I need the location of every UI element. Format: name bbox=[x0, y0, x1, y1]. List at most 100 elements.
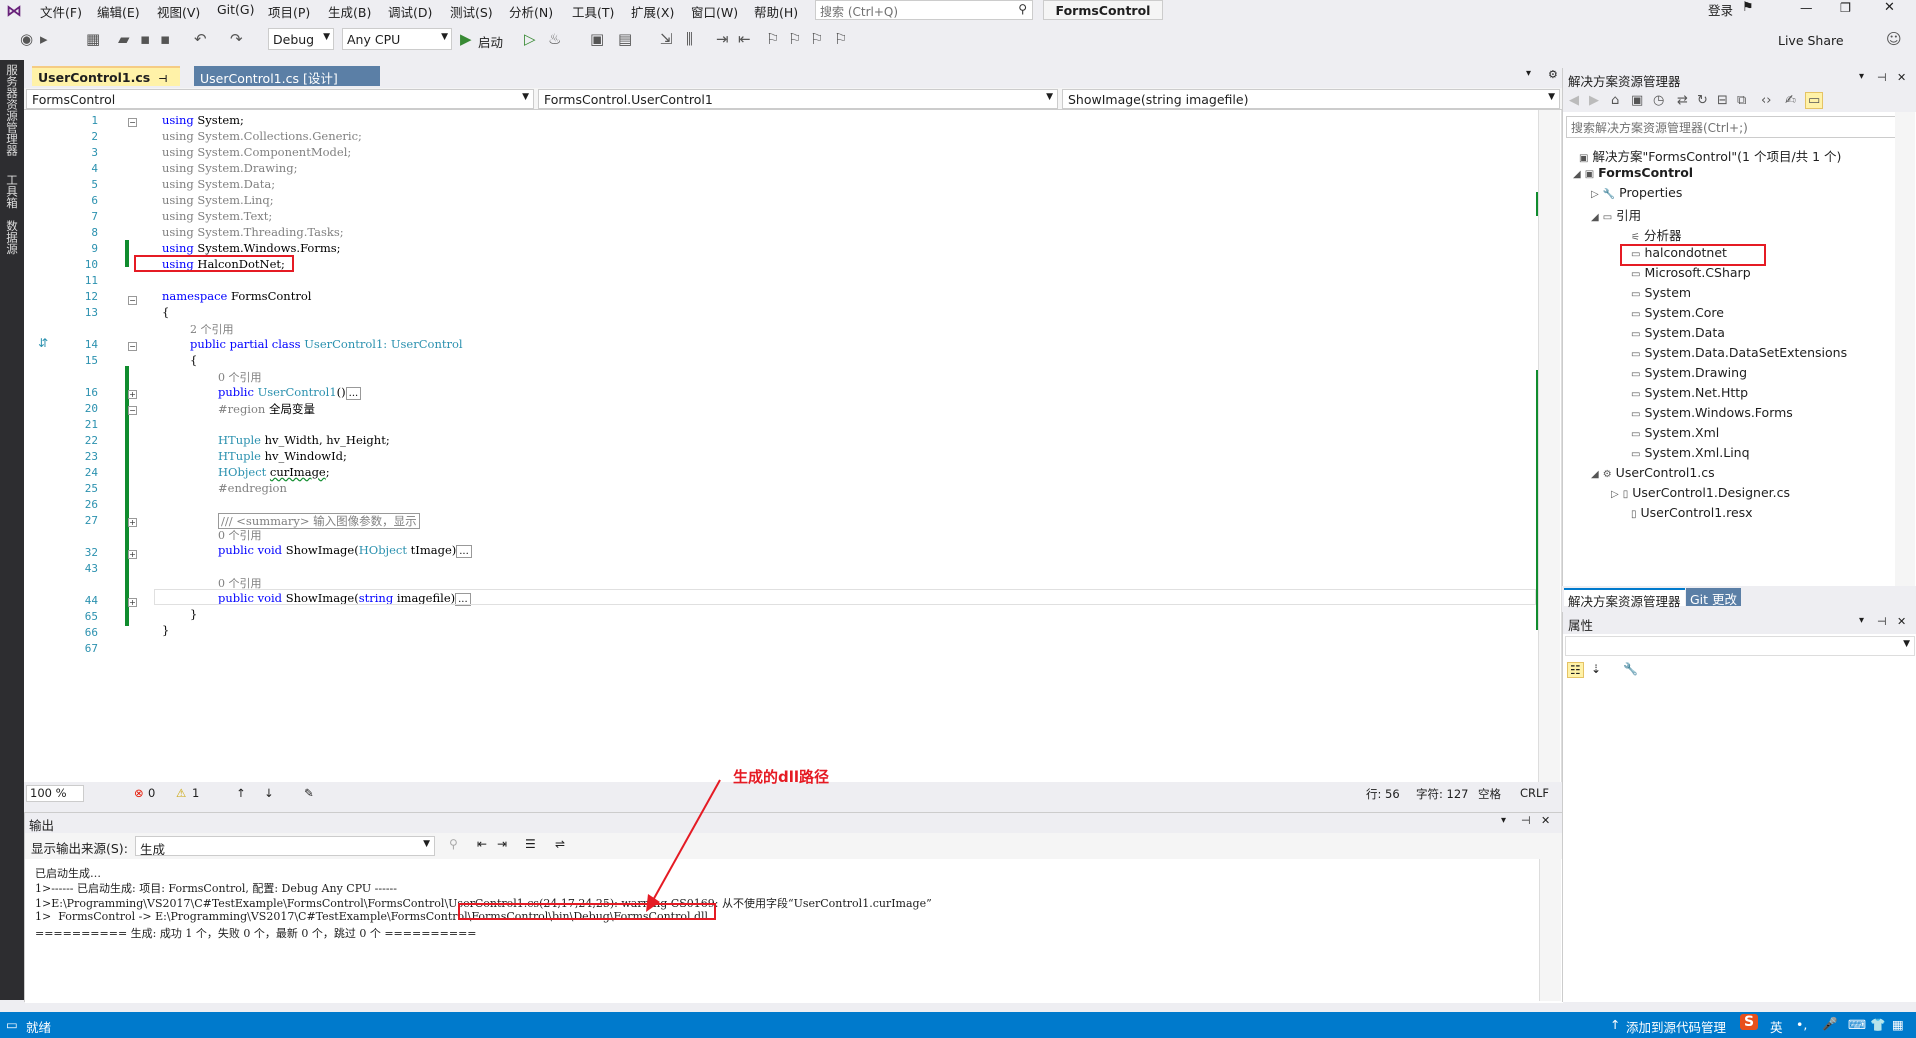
redo-icon[interactable]: ↷ bbox=[230, 30, 243, 48]
settings-icon[interactable]: ⚙ bbox=[1548, 68, 1558, 81]
properties-icon[interactable]: ✍ bbox=[1785, 93, 1796, 108]
project-dropdown[interactable]: FormsControl ▼ bbox=[26, 89, 534, 109]
menu-project[interactable]: 项目(P) bbox=[268, 2, 310, 21]
reference-item[interactable]: ▭ System.Xml.Linq bbox=[1631, 445, 1750, 460]
member-dropdown[interactable]: ShowImage(string imagefile) ▼ bbox=[1062, 89, 1560, 109]
toolbox-tab[interactable]: 工具箱 bbox=[4, 174, 20, 209]
expand-icon[interactable]: + bbox=[128, 390, 137, 399]
pin-icon[interactable]: ⊣ bbox=[1877, 615, 1887, 628]
resx-file-node[interactable]: ▯ UserControl1.resx bbox=[1631, 505, 1753, 520]
properties-node[interactable]: ▷ 🔧 Properties bbox=[1591, 185, 1682, 200]
tab-git-changes[interactable]: Git 更改 bbox=[1686, 588, 1742, 607]
reference-item[interactable]: ▭ System bbox=[1631, 285, 1691, 300]
menu-help[interactable]: 帮助(H) bbox=[754, 2, 798, 21]
platform-dropdown[interactable]: Any CPU ▼ bbox=[342, 28, 452, 50]
menu-extensions[interactable]: 扩展(X) bbox=[631, 2, 674, 21]
browse-icon[interactable]: ▣ bbox=[590, 30, 604, 48]
pin-icon[interactable]: ⊣ bbox=[1521, 814, 1531, 827]
server-explorer-tab[interactable]: 服务器资源管理器 bbox=[4, 64, 20, 156]
microphone-icon[interactable]: 🎤 bbox=[1822, 1016, 1838, 1032]
step-icon[interactable]: ⇲ bbox=[660, 30, 673, 48]
brush-icon[interactable]: ✎ bbox=[304, 786, 314, 800]
expand-icon[interactable]: + bbox=[128, 518, 137, 527]
references-node[interactable]: ◢ ▭ 引用 bbox=[1591, 205, 1641, 224]
save-icon[interactable]: ▪ bbox=[140, 30, 150, 48]
code-editor[interactable]: 1 2 3 4 5 6 7 8 9 10 11 12 13 14 15 16 2… bbox=[24, 110, 1562, 782]
start-without-debug-icon[interactable]: ▷ bbox=[524, 30, 536, 48]
bookmark-icon[interactable]: ⚐ bbox=[766, 30, 779, 48]
reference-item[interactable]: ▭ System.Xml bbox=[1631, 425, 1719, 440]
property-pages-icon[interactable]: 🔧 bbox=[1623, 662, 1638, 676]
grid-icon[interactable]: ▦ bbox=[1892, 1017, 1904, 1032]
menu-test[interactable]: 测试(S) bbox=[450, 2, 493, 21]
reference-item[interactable]: ▭ System.Data.DataSetExtensions bbox=[1631, 345, 1847, 360]
prev-bookmark-icon[interactable]: ⚐ bbox=[788, 30, 801, 48]
menu-analyze[interactable]: 分析(N) bbox=[509, 2, 553, 21]
outdent-icon[interactable]: ⇤ bbox=[738, 30, 751, 48]
collapse-icon[interactable]: − bbox=[128, 296, 137, 305]
file-node[interactable]: ◢ ⚙ UserControl1.cs bbox=[1591, 465, 1715, 480]
split-icon[interactable]: ⫼ bbox=[686, 30, 693, 48]
expand-icon[interactable]: + bbox=[128, 598, 137, 607]
collapse-icon[interactable]: − bbox=[128, 342, 137, 351]
menu-edit[interactable]: 编辑(E) bbox=[97, 2, 140, 21]
reference-item[interactable]: ▭ System.Net.Http bbox=[1631, 385, 1748, 400]
solution-scrollbar[interactable] bbox=[1895, 112, 1915, 608]
start-button[interactable]: 启动 bbox=[478, 32, 503, 51]
keyboard-icon[interactable]: ⌨ bbox=[1848, 1017, 1866, 1032]
output-source-dropdown[interactable]: 生成 ▼ bbox=[135, 836, 435, 857]
reference-item[interactable]: ▭ System.Core bbox=[1631, 305, 1724, 320]
punctuation-icon[interactable]: •, bbox=[1796, 1017, 1807, 1032]
hot-reload-icon[interactable]: ♨ bbox=[548, 30, 561, 48]
space-indicator[interactable]: 空格 bbox=[1478, 786, 1501, 802]
codelens-references[interactable]: 2 个引用 bbox=[190, 321, 234, 337]
menu-view[interactable]: 视图(V) bbox=[157, 2, 200, 21]
reference-item[interactable]: ▭ System.Windows.Forms bbox=[1631, 405, 1793, 420]
zoom-dropdown[interactable]: 100 % bbox=[26, 785, 84, 802]
next-message-icon[interactable]: ⇥ bbox=[497, 837, 507, 851]
solution-root[interactable]: ▣ 解决方案"FormsControl"(1 个项目/共 1 个) bbox=[1579, 146, 1841, 165]
menu-debug[interactable]: 调试(D) bbox=[388, 2, 432, 21]
menu-window[interactable]: 窗口(W) bbox=[691, 2, 738, 21]
clear-bookmark-icon[interactable]: ⚐ bbox=[834, 30, 847, 48]
account-icon[interactable]: ☺ bbox=[1886, 30, 1902, 48]
forward-icon[interactable]: ▶ bbox=[1589, 93, 1599, 108]
sync-icon[interactable]: ⇄ bbox=[1677, 93, 1688, 108]
vertical-scrollbar[interactable] bbox=[1538, 110, 1560, 782]
shirt-icon[interactable]: 👕 bbox=[1870, 1017, 1886, 1033]
start-icon[interactable]: ▶ bbox=[460, 30, 472, 48]
eol-indicator[interactable]: CRLF bbox=[1520, 786, 1549, 800]
minimize-icon[interactable]: — bbox=[1800, 0, 1813, 15]
clear-all-icon[interactable]: ☰ bbox=[525, 837, 536, 851]
refresh-icon[interactable]: ↻ bbox=[1697, 93, 1708, 108]
open-icon[interactable]: ▰ bbox=[118, 30, 130, 48]
save-all-icon[interactable]: ▪ bbox=[160, 30, 170, 48]
reference-item[interactable]: ▭ System.Data bbox=[1631, 325, 1725, 340]
reference-item[interactable]: ▭ Microsoft.CSharp bbox=[1631, 265, 1751, 280]
tab-usercontrol1-cs[interactable]: UserControl1.cs⊣ ✕ bbox=[32, 66, 180, 100]
dropdown-icon[interactable]: ▾ bbox=[1501, 815, 1506, 826]
project-node[interactable]: ◢ ▣ FormsControl bbox=[1573, 165, 1693, 180]
output-text[interactable]: 已启动生成… 1>------ 已启动生成: 项目: FormsControl,… bbox=[25, 859, 1563, 1003]
restore-icon[interactable]: ❐ bbox=[1840, 0, 1851, 15]
data-sources-tab[interactable]: 数据源 bbox=[4, 220, 20, 255]
tab-overflow-icon[interactable]: ▾ bbox=[1526, 68, 1531, 79]
expand-icon[interactable]: + bbox=[128, 550, 137, 559]
up-icon[interactable]: ↑ bbox=[236, 786, 246, 800]
feedback-icon[interactable]: ⚑ bbox=[1742, 0, 1754, 15]
switch-view-icon[interactable]: ▣ bbox=[1631, 93, 1643, 108]
layout-icon[interactable]: ▤ bbox=[618, 30, 632, 48]
close-icon[interactable]: ✕ bbox=[1897, 615, 1906, 628]
output-scrollbar[interactable] bbox=[1539, 859, 1561, 1001]
menu-build[interactable]: 生成(B) bbox=[328, 2, 371, 21]
solution-search-input[interactable]: 搜索解决方案资源管理器(Ctrl+;)⚲ bbox=[1566, 116, 1914, 138]
add-to-source-control-button[interactable]: 添加到源代码管理 bbox=[1626, 1017, 1726, 1036]
indent-icon[interactable]: ⇥ bbox=[716, 30, 729, 48]
forward-icon[interactable]: ▸ bbox=[40, 30, 48, 48]
menu-tools[interactable]: 工具(T) bbox=[572, 2, 614, 21]
down-icon[interactable]: ↓ bbox=[264, 786, 274, 800]
menu-git[interactable]: Git(G) bbox=[217, 2, 255, 17]
tab-usercontrol1-design[interactable]: UserControl1.cs [设计] bbox=[194, 66, 380, 86]
codelens-icon[interactable]: ⇵ bbox=[38, 336, 48, 350]
error-count[interactable]: 0 bbox=[148, 786, 155, 800]
